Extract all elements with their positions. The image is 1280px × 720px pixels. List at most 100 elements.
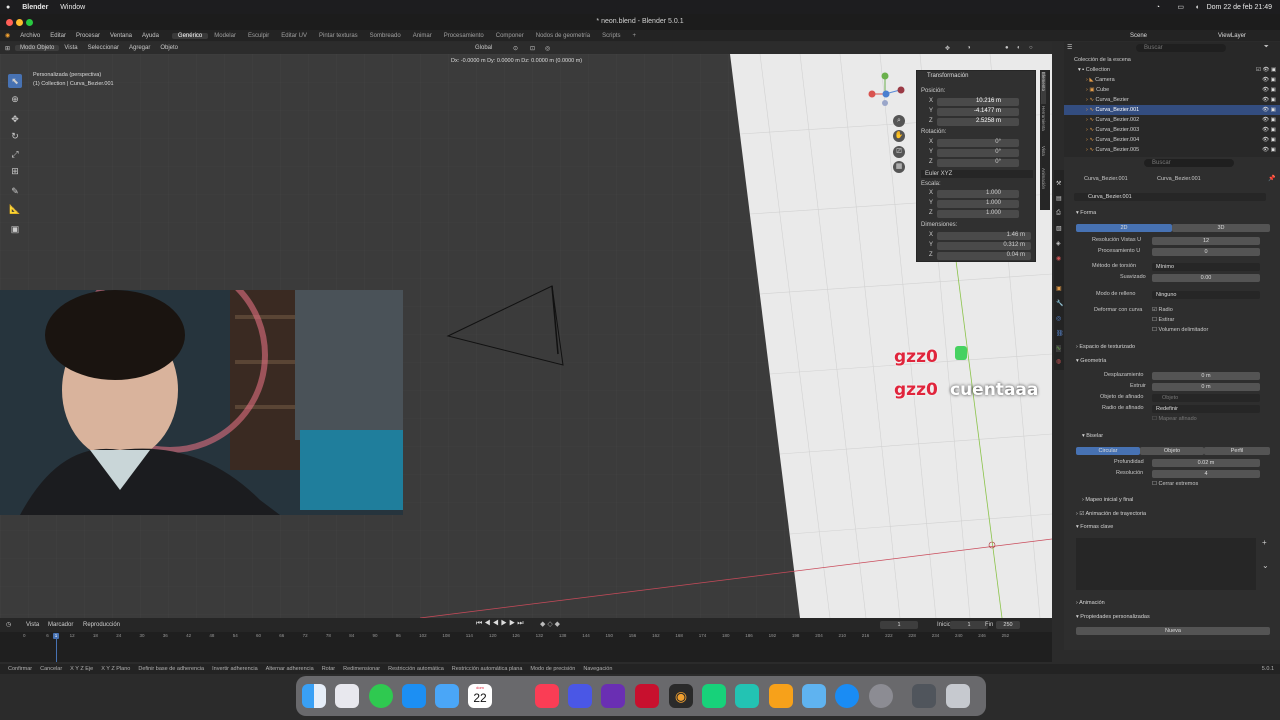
offset-field[interactable]: 0 m (1152, 372, 1260, 380)
add-shape-key-icon[interactable]: + (1262, 538, 1267, 547)
bevel-profile-button[interactable]: Perfil (1204, 447, 1270, 455)
menu-editar[interactable]: Editar (45, 33, 71, 39)
taper-radius-dropdown[interactable]: Redefinir (1152, 405, 1260, 413)
smooth-field[interactable]: 0.00 (1152, 274, 1260, 282)
new-custom-property-button[interactable]: Nueva (1076, 627, 1270, 635)
menu-vista[interactable]: Vista (59, 45, 82, 51)
mac-window-menu[interactable]: Window (60, 4, 85, 11)
close-window-button[interactable] (6, 19, 13, 26)
scale-z-field[interactable] (937, 210, 1019, 218)
tab-scripts[interactable]: Scripts (596, 33, 626, 39)
stretch-checkbox[interactable]: ☐ Estirar (1152, 317, 1174, 323)
whatsapp-icon[interactable] (369, 684, 393, 708)
outliner-row[interactable]: › ◣ Camera (1064, 75, 1280, 85)
panel-shape-keys-header[interactable]: ▾ Formas clave (1076, 524, 1113, 530)
select-tool-icon[interactable]: ⬉ (8, 74, 22, 88)
battery-icon[interactable]: ▭ (1177, 3, 1184, 11)
tab-elemento[interactable]: Elemento (1041, 72, 1046, 104)
tab-sombreado[interactable]: Sombreado (364, 33, 407, 39)
move-tool-icon[interactable]: ✥ (8, 112, 22, 126)
tab-nodos-geometria[interactable]: Nodos de geometría (530, 33, 596, 39)
outliner-row-selected[interactable]: › ∿ Curva_Bezier.001 (1064, 105, 1280, 115)
filter-icon[interactable]: ⏷ (1264, 44, 1269, 51)
outliner-editor-icon[interactable]: ☰ (1067, 44, 1072, 51)
viewlayer-selector[interactable]: ViewLayer (1218, 33, 1246, 39)
video-app-icon[interactable] (601, 684, 625, 708)
safari-icon[interactable] (835, 684, 859, 708)
constraints-tab-icon[interactable]: ⛓ (1056, 330, 1064, 337)
bevel-resolution-field[interactable]: 4 (1152, 470, 1260, 478)
outliner-row[interactable]: › ▣ Cube (1064, 85, 1280, 95)
scene-selector[interactable]: Scene (1130, 33, 1147, 39)
blender-app-icon[interactable]: ◉ (669, 684, 693, 708)
pages-icon[interactable] (769, 684, 793, 708)
notes-app-icon[interactable] (568, 684, 592, 708)
shape-keys-list[interactable] (1076, 538, 1256, 590)
bevel-object-button[interactable]: Objeto (1140, 447, 1204, 455)
map-taper-checkbox[interactable]: ☐ Mapear afinado (1152, 416, 1197, 422)
menu-objeto[interactable]: Objeto (155, 45, 183, 51)
outliner-row[interactable]: › ∿ Curva_Bezier.004 (1064, 135, 1280, 145)
world-tab-icon[interactable]: ◉ (1056, 255, 1061, 262)
overlay-toggle-icon[interactable]: ◑ (962, 45, 976, 51)
panel-animation-header[interactable]: › Animación (1076, 600, 1105, 606)
tab-componer[interactable]: Componer (490, 33, 530, 39)
blender-logo-icon[interactable]: ◉ (0, 32, 15, 39)
panel-path-animation-header[interactable]: › ☑ Animación de trayectoria (1076, 511, 1146, 517)
apple-icon[interactable]: ● (6, 4, 10, 11)
add-cube-tool-icon[interactable]: ▣ (8, 222, 22, 236)
terminal-icon[interactable] (702, 684, 726, 708)
output-tab-icon[interactable]: ⎙ (1056, 210, 1061, 217)
rotation-mode-dropdown[interactable]: Euler XYZ (921, 170, 1033, 178)
timeline-menu-reproduccion[interactable]: Reproducción (83, 622, 120, 628)
pivot-icon[interactable]: ⊙ (508, 45, 523, 52)
proportional-edit-icon[interactable]: ◎ (540, 45, 555, 52)
frame-start-field[interactable]: 1 (950, 621, 988, 629)
menu-seleccionar[interactable]: Seleccionar (83, 45, 124, 51)
finder-icon[interactable] (302, 684, 326, 708)
annotate-tool-icon[interactable]: ✎ (8, 184, 22, 198)
outliner-search[interactable]: Buscar (1136, 44, 1226, 52)
zoom-view-icon[interactable]: ⌕ (893, 115, 905, 127)
wifi-icon[interactable]: ◔ (1156, 4, 1160, 11)
rotation-x-field[interactable] (937, 139, 1019, 147)
rotation-z-field[interactable] (937, 159, 1019, 167)
scene-tab-icon[interactable]: ◈ (1056, 240, 1061, 247)
tab-esculpir[interactable]: Esculpir (242, 33, 275, 39)
snap-icon[interactable]: ⊡ (525, 45, 540, 52)
tab-modelar[interactable]: Modelar (208, 33, 242, 39)
bevel-round-button[interactable]: Circular (1076, 447, 1140, 455)
rotation-y-field[interactable] (937, 149, 1019, 157)
editor-type-icon[interactable]: ⊞ (0, 45, 15, 52)
datablock-name-field[interactable]: Curva_Bezier.001 (1074, 193, 1266, 201)
outliner-row[interactable]: › ∿ Curva_Bezier (1064, 95, 1280, 105)
add-workspace-icon[interactable]: + (626, 33, 642, 39)
menu-procesar[interactable]: Procesar (71, 33, 105, 39)
pin-icon[interactable]: 📌 (1268, 175, 1275, 182)
minimize-window-button[interactable] (16, 19, 23, 26)
panel-geometry-header[interactable]: ▾ Geometría (1076, 358, 1106, 364)
modifier-tab-icon[interactable]: 🔧 (1056, 300, 1063, 307)
outliner-row[interactable]: › ∿ Curva_Bezier.002 (1064, 115, 1280, 125)
extrude-field[interactable]: 0 m (1152, 383, 1260, 391)
calendar-icon[interactable]: dom 22 (468, 684, 492, 708)
shape-key-menu-icon[interactable]: ⌄ (1262, 561, 1269, 570)
resolution-field[interactable]: 12 (1152, 237, 1260, 245)
downloads-folder-icon[interactable] (912, 684, 936, 708)
timeline-editor-icon[interactable]: ◷ (6, 621, 11, 628)
curve-2d-button[interactable]: 2D (1076, 224, 1172, 232)
panel-title[interactable]: Transformación (927, 73, 968, 79)
properties-search[interactable]: Buscar (1144, 159, 1234, 167)
orientation-selector[interactable]: Global (470, 45, 497, 51)
scale-y-field[interactable] (937, 200, 1019, 208)
ortho-toggle-icon[interactable]: ▦ (893, 161, 905, 173)
timeline-menu-vista[interactable]: Vista (26, 622, 39, 628)
pan-view-icon[interactable]: ✋ (893, 130, 905, 142)
current-frame-field[interactable]: 1 (880, 621, 918, 629)
menu-ayuda[interactable]: Ayuda (137, 33, 164, 39)
shading-rendered-icon[interactable]: ○ (1024, 45, 1038, 51)
timeline-ruler[interactable]: 0 6 12 18 24 30 36 42 48 54 60 66 72 78 84 90 96 102 108 11… (0, 632, 1052, 662)
twist-method-dropdown[interactable]: Mínimo (1152, 263, 1260, 271)
preview-icon[interactable] (802, 684, 826, 708)
tab-vista[interactable]: Vista (1041, 146, 1046, 166)
